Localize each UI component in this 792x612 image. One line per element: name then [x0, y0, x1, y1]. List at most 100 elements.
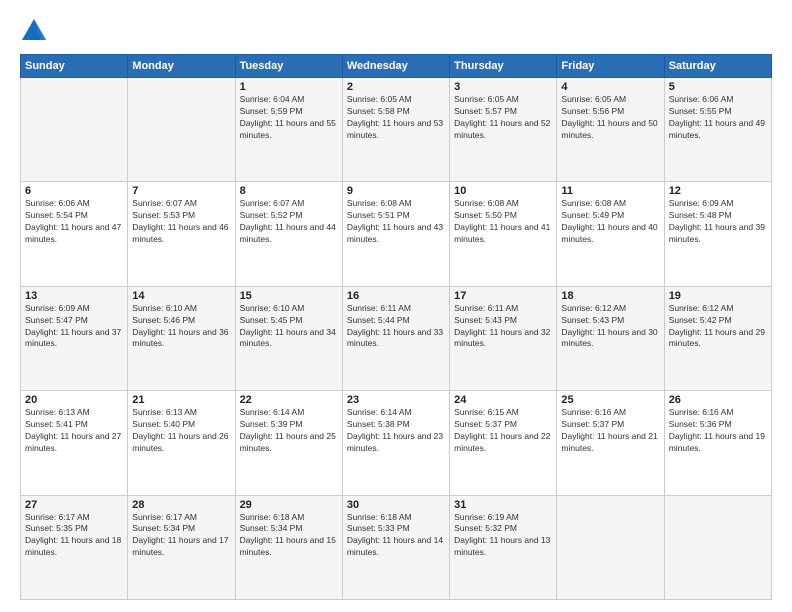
day-cell: 1Sunrise: 6:04 AMSunset: 5:59 PMDaylight… [235, 78, 342, 182]
weekday-header-monday: Monday [128, 55, 235, 78]
day-cell [557, 495, 664, 599]
day-info: Sunrise: 6:14 AMSunset: 5:38 PMDaylight:… [347, 407, 445, 455]
day-info: Sunrise: 6:08 AMSunset: 5:51 PMDaylight:… [347, 198, 445, 246]
day-cell: 29Sunrise: 6:18 AMSunset: 5:34 PMDayligh… [235, 495, 342, 599]
day-info: Sunrise: 6:10 AMSunset: 5:45 PMDaylight:… [240, 303, 338, 351]
day-info: Sunrise: 6:14 AMSunset: 5:39 PMDaylight:… [240, 407, 338, 455]
weekday-header-friday: Friday [557, 55, 664, 78]
day-info: Sunrise: 6:19 AMSunset: 5:32 PMDaylight:… [454, 512, 552, 560]
day-info: Sunrise: 6:07 AMSunset: 5:52 PMDaylight:… [240, 198, 338, 246]
day-info: Sunrise: 6:07 AMSunset: 5:53 PMDaylight:… [132, 198, 230, 246]
day-number: 10 [454, 185, 552, 197]
day-number: 1 [240, 81, 338, 93]
page: SundayMondayTuesdayWednesdayThursdayFrid… [0, 0, 792, 612]
day-info: Sunrise: 6:15 AMSunset: 5:37 PMDaylight:… [454, 407, 552, 455]
day-cell: 30Sunrise: 6:18 AMSunset: 5:33 PMDayligh… [342, 495, 449, 599]
day-cell: 18Sunrise: 6:12 AMSunset: 5:43 PMDayligh… [557, 286, 664, 390]
day-info: Sunrise: 6:17 AMSunset: 5:35 PMDaylight:… [25, 512, 123, 560]
day-cell: 11Sunrise: 6:08 AMSunset: 5:49 PMDayligh… [557, 182, 664, 286]
day-cell [21, 78, 128, 182]
weekday-header-wednesday: Wednesday [342, 55, 449, 78]
weekday-header-saturday: Saturday [664, 55, 771, 78]
day-cell: 20Sunrise: 6:13 AMSunset: 5:41 PMDayligh… [21, 391, 128, 495]
day-info: Sunrise: 6:16 AMSunset: 5:37 PMDaylight:… [561, 407, 659, 455]
day-info: Sunrise: 6:12 AMSunset: 5:43 PMDaylight:… [561, 303, 659, 351]
day-info: Sunrise: 6:16 AMSunset: 5:36 PMDaylight:… [669, 407, 767, 455]
week-row-5: 27Sunrise: 6:17 AMSunset: 5:35 PMDayligh… [21, 495, 772, 599]
day-number: 18 [561, 290, 659, 302]
day-info: Sunrise: 6:09 AMSunset: 5:48 PMDaylight:… [669, 198, 767, 246]
day-number: 8 [240, 185, 338, 197]
day-cell: 2Sunrise: 6:05 AMSunset: 5:58 PMDaylight… [342, 78, 449, 182]
day-info: Sunrise: 6:08 AMSunset: 5:50 PMDaylight:… [454, 198, 552, 246]
day-number: 27 [25, 499, 123, 511]
day-number: 25 [561, 394, 659, 406]
day-cell: 8Sunrise: 6:07 AMSunset: 5:52 PMDaylight… [235, 182, 342, 286]
day-cell: 26Sunrise: 6:16 AMSunset: 5:36 PMDayligh… [664, 391, 771, 495]
day-cell: 7Sunrise: 6:07 AMSunset: 5:53 PMDaylight… [128, 182, 235, 286]
weekday-header-thursday: Thursday [450, 55, 557, 78]
day-number: 20 [25, 394, 123, 406]
day-number: 23 [347, 394, 445, 406]
day-number: 9 [347, 185, 445, 197]
day-cell: 6Sunrise: 6:06 AMSunset: 5:54 PMDaylight… [21, 182, 128, 286]
day-info: Sunrise: 6:13 AMSunset: 5:40 PMDaylight:… [132, 407, 230, 455]
day-info: Sunrise: 6:10 AMSunset: 5:46 PMDaylight:… [132, 303, 230, 351]
day-info: Sunrise: 6:11 AMSunset: 5:44 PMDaylight:… [347, 303, 445, 351]
day-info: Sunrise: 6:05 AMSunset: 5:57 PMDaylight:… [454, 94, 552, 142]
day-cell: 4Sunrise: 6:05 AMSunset: 5:56 PMDaylight… [557, 78, 664, 182]
day-number: 5 [669, 81, 767, 93]
day-number: 29 [240, 499, 338, 511]
header [20, 16, 772, 44]
day-cell: 9Sunrise: 6:08 AMSunset: 5:51 PMDaylight… [342, 182, 449, 286]
day-number: 21 [132, 394, 230, 406]
day-cell: 25Sunrise: 6:16 AMSunset: 5:37 PMDayligh… [557, 391, 664, 495]
logo [20, 16, 52, 44]
day-info: Sunrise: 6:08 AMSunset: 5:49 PMDaylight:… [561, 198, 659, 246]
day-number: 11 [561, 185, 659, 197]
day-number: 13 [25, 290, 123, 302]
day-cell: 14Sunrise: 6:10 AMSunset: 5:46 PMDayligh… [128, 286, 235, 390]
day-number: 6 [25, 185, 123, 197]
day-number: 24 [454, 394, 552, 406]
day-number: 19 [669, 290, 767, 302]
weekday-header-tuesday: Tuesday [235, 55, 342, 78]
day-cell: 27Sunrise: 6:17 AMSunset: 5:35 PMDayligh… [21, 495, 128, 599]
day-cell: 24Sunrise: 6:15 AMSunset: 5:37 PMDayligh… [450, 391, 557, 495]
day-number: 31 [454, 499, 552, 511]
day-number: 2 [347, 81, 445, 93]
weekday-header-sunday: Sunday [21, 55, 128, 78]
weekday-header-row: SundayMondayTuesdayWednesdayThursdayFrid… [21, 55, 772, 78]
day-cell: 21Sunrise: 6:13 AMSunset: 5:40 PMDayligh… [128, 391, 235, 495]
day-cell: 19Sunrise: 6:12 AMSunset: 5:42 PMDayligh… [664, 286, 771, 390]
day-number: 28 [132, 499, 230, 511]
day-cell: 28Sunrise: 6:17 AMSunset: 5:34 PMDayligh… [128, 495, 235, 599]
day-cell: 16Sunrise: 6:11 AMSunset: 5:44 PMDayligh… [342, 286, 449, 390]
day-info: Sunrise: 6:06 AMSunset: 5:54 PMDaylight:… [25, 198, 123, 246]
day-number: 16 [347, 290, 445, 302]
week-row-3: 13Sunrise: 6:09 AMSunset: 5:47 PMDayligh… [21, 286, 772, 390]
day-info: Sunrise: 6:05 AMSunset: 5:56 PMDaylight:… [561, 94, 659, 142]
day-info: Sunrise: 6:05 AMSunset: 5:58 PMDaylight:… [347, 94, 445, 142]
day-info: Sunrise: 6:17 AMSunset: 5:34 PMDaylight:… [132, 512, 230, 560]
day-cell: 23Sunrise: 6:14 AMSunset: 5:38 PMDayligh… [342, 391, 449, 495]
day-number: 7 [132, 185, 230, 197]
day-number: 4 [561, 81, 659, 93]
day-cell: 22Sunrise: 6:14 AMSunset: 5:39 PMDayligh… [235, 391, 342, 495]
day-cell: 17Sunrise: 6:11 AMSunset: 5:43 PMDayligh… [450, 286, 557, 390]
day-cell: 31Sunrise: 6:19 AMSunset: 5:32 PMDayligh… [450, 495, 557, 599]
day-number: 26 [669, 394, 767, 406]
day-number: 3 [454, 81, 552, 93]
day-number: 14 [132, 290, 230, 302]
day-info: Sunrise: 6:18 AMSunset: 5:34 PMDaylight:… [240, 512, 338, 560]
day-cell: 10Sunrise: 6:08 AMSunset: 5:50 PMDayligh… [450, 182, 557, 286]
day-info: Sunrise: 6:13 AMSunset: 5:41 PMDaylight:… [25, 407, 123, 455]
day-info: Sunrise: 6:04 AMSunset: 5:59 PMDaylight:… [240, 94, 338, 142]
day-number: 12 [669, 185, 767, 197]
day-cell: 12Sunrise: 6:09 AMSunset: 5:48 PMDayligh… [664, 182, 771, 286]
day-cell [664, 495, 771, 599]
day-cell: 5Sunrise: 6:06 AMSunset: 5:55 PMDaylight… [664, 78, 771, 182]
day-number: 15 [240, 290, 338, 302]
week-row-4: 20Sunrise: 6:13 AMSunset: 5:41 PMDayligh… [21, 391, 772, 495]
week-row-2: 6Sunrise: 6:06 AMSunset: 5:54 PMDaylight… [21, 182, 772, 286]
